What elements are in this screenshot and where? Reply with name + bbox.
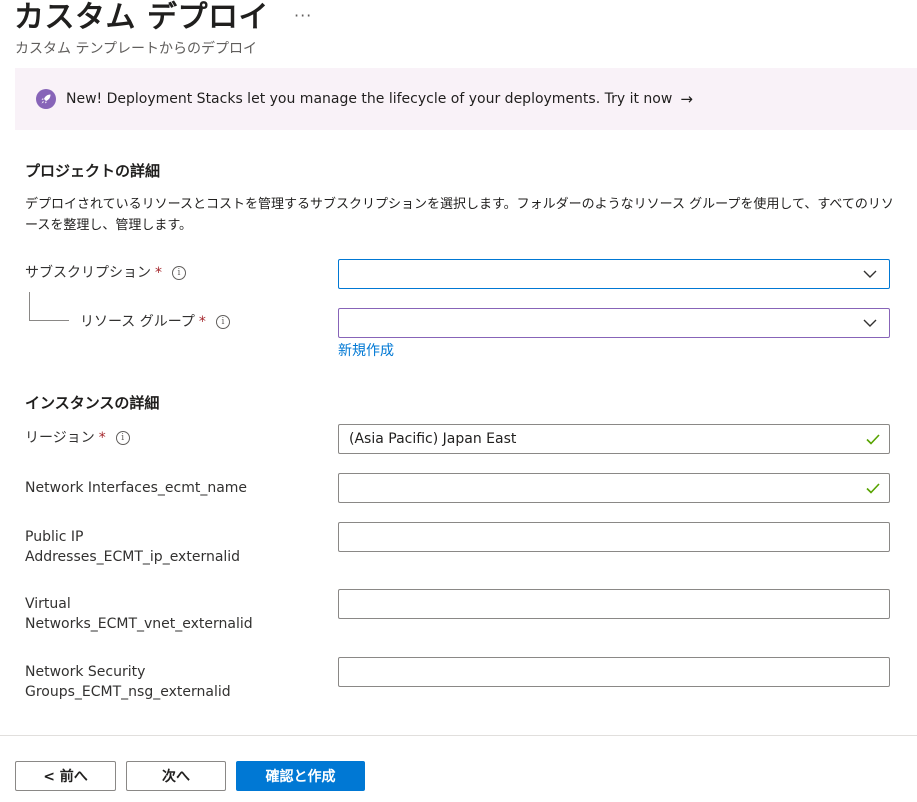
- subscription-label: サブスクリプション * i: [25, 263, 186, 283]
- footer-divider: [0, 735, 917, 736]
- rocket-icon: [36, 89, 56, 109]
- region-value: (Asia Pacific) Japan East: [349, 431, 517, 447]
- project-details-heading: プロジェクトの詳細: [25, 162, 161, 180]
- info-icon[interactable]: i: [115, 431, 130, 445]
- chevron-down-icon: [863, 319, 877, 327]
- previous-button[interactable]: < 前へ: [15, 761, 116, 791]
- resource-group-dropdown[interactable]: [338, 308, 890, 338]
- review-create-button[interactable]: 確認と作成: [236, 761, 365, 791]
- tree-connector: [29, 292, 30, 320]
- network-interfaces-input[interactable]: [338, 473, 890, 503]
- resource-group-label: リソース グループ * i: [80, 312, 230, 332]
- arrow-right-icon[interactable]: →: [680, 90, 693, 108]
- banner-text: New! Deployment Stacks let you manage th…: [66, 91, 673, 107]
- tree-connector: [29, 320, 69, 321]
- checkmark-icon: [866, 483, 880, 494]
- public-ip-input[interactable]: [338, 522, 890, 552]
- public-ip-label: Public IP Addresses_ECMT_ip_externalid: [25, 529, 241, 565]
- page-subtitle: カスタム テンプレートからのデプロイ: [15, 41, 258, 57]
- required-mark: *: [198, 314, 206, 330]
- more-options-button[interactable]: ···: [294, 6, 312, 25]
- subscription-dropdown[interactable]: [338, 259, 890, 289]
- create-new-resource-group-link[interactable]: 新規作成: [338, 340, 394, 360]
- project-details-description: デプロイされているリソースとコストを管理するサブスクリプションを選択します。フォ…: [25, 197, 894, 233]
- checkmark-icon: [866, 434, 880, 445]
- network-interfaces-label: Network Interfaces_ecmt_name: [25, 480, 248, 496]
- region-label: リージョン * i: [25, 428, 130, 448]
- deployment-stacks-banner[interactable]: New! Deployment Stacks let you manage th…: [15, 68, 917, 130]
- network-security-groups-input[interactable]: [338, 657, 890, 687]
- virtual-networks-label: Virtual Networks_ECMT_vnet_externalid: [25, 596, 253, 632]
- instance-details-heading: インスタンスの詳細: [25, 394, 160, 412]
- info-icon[interactable]: i: [172, 266, 186, 280]
- next-button[interactable]: 次へ: [126, 761, 226, 791]
- virtual-networks-input[interactable]: [338, 589, 890, 619]
- chevron-down-icon: [863, 270, 877, 278]
- required-mark: *: [98, 430, 106, 446]
- region-dropdown[interactable]: (Asia Pacific) Japan East: [338, 424, 890, 454]
- required-mark: *: [155, 265, 162, 281]
- network-security-groups-label: Network Security Groups_ECMT_nsg_externa…: [25, 664, 231, 700]
- page-title: カスタム デプロイ: [14, 0, 269, 35]
- info-icon[interactable]: i: [215, 315, 230, 329]
